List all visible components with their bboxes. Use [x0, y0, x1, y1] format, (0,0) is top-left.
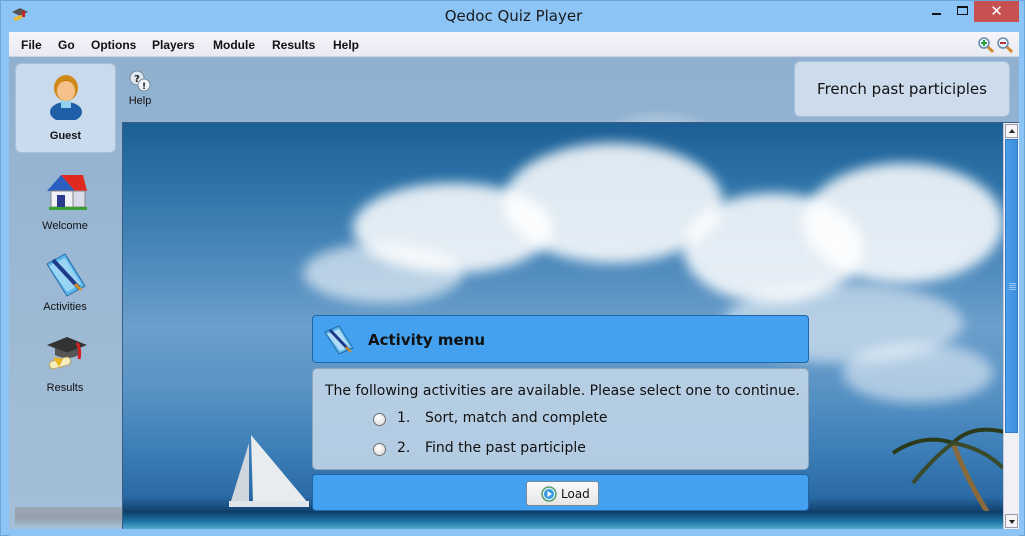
sidebar-item-welcome[interactable]: Welcome	[17, 171, 113, 243]
minimize-button[interactable]	[923, 1, 951, 22]
menu-bar: File Go Options Players Module Results H…	[9, 32, 1019, 57]
activity-menu-header: Activity menu	[312, 315, 809, 363]
user-avatar-icon	[50, 75, 82, 120]
sidebar-item-results[interactable]: Results	[17, 333, 113, 405]
help-button[interactable]: ? ! Help	[123, 69, 157, 109]
activity-option-2[interactable]: 2. Find the past participle	[373, 440, 633, 460]
background-cloud	[843, 343, 993, 403]
module-title-panel: French past participles	[794, 61, 1010, 117]
menu-module[interactable]: Module	[213, 38, 255, 52]
sailboat-image	[229, 435, 309, 507]
help-icon: ? !	[129, 70, 151, 92]
minimize-icon	[932, 13, 941, 15]
menu-players[interactable]: Players	[152, 38, 195, 52]
play-icon	[541, 486, 557, 502]
scroll-up-button[interactable]	[1005, 124, 1018, 138]
scroll-down-button[interactable]	[1005, 514, 1018, 528]
option-number: 2.	[397, 440, 411, 456]
background-sea	[123, 511, 1019, 529]
radio-button[interactable]	[373, 443, 386, 456]
app-window: Qedoc Quiz Player ✕ File Go Options Play…	[0, 0, 1025, 536]
scroll-thumb[interactable]	[1005, 139, 1018, 433]
zoom-in-icon[interactable]	[977, 36, 995, 54]
maximize-icon	[957, 6, 968, 15]
sidebar-footer	[15, 507, 122, 529]
menu-results[interactable]: Results	[272, 38, 315, 52]
maximize-button[interactable]	[948, 1, 976, 22]
book-pen-icon	[46, 253, 86, 297]
title-bar: Qedoc Quiz Player ✕	[1, 1, 1025, 32]
user-profile-button[interactable]: Guest	[15, 63, 116, 153]
thumb-grip	[1009, 287, 1016, 288]
option-number: 1.	[397, 410, 411, 426]
menu-go[interactable]: Go	[58, 38, 75, 52]
close-button[interactable]: ✕	[974, 1, 1019, 22]
help-label: Help	[128, 95, 152, 107]
radio-button[interactable]	[373, 413, 386, 426]
zoom-out-icon[interactable]	[996, 36, 1014, 54]
background-cloud	[303, 243, 463, 303]
activity-list-panel: The following activities are available. …	[312, 368, 809, 470]
window-title: Qedoc Quiz Player	[444, 7, 583, 25]
module-title: French past participles	[817, 80, 987, 98]
graduation-cap-icon	[47, 337, 87, 370]
menu-file[interactable]: File	[21, 38, 42, 52]
sidebar-item-label: Activities	[43, 301, 87, 313]
palm-tree-image	[891, 427, 1009, 523]
sidebar-item-activities[interactable]: Activities	[17, 252, 113, 324]
load-button[interactable]: Load	[526, 481, 599, 506]
thumb-grip	[1009, 285, 1016, 286]
client-area: Guest ? ! Help Welcome Activities Result…	[9, 57, 1019, 529]
window-bottom-frame	[9, 529, 1019, 536]
vertical-scrollbar[interactable]	[1003, 123, 1019, 529]
activity-intro-text: The following activities are available. …	[325, 383, 800, 399]
thumb-grip	[1009, 289, 1016, 290]
content-area: Activity menu The following activities a…	[122, 122, 1019, 529]
option-label: Sort, match and complete	[425, 410, 608, 426]
activity-menu-footer: Load	[312, 474, 809, 511]
menu-options[interactable]: Options	[91, 38, 136, 52]
close-icon: ✕	[990, 2, 1003, 20]
house-icon	[47, 175, 87, 210]
background-cloud	[803, 163, 1003, 283]
thumb-grip	[1009, 283, 1016, 284]
menu-help[interactable]: Help	[333, 38, 359, 52]
svg-text:!: !	[142, 82, 146, 92]
load-button-label: Load	[561, 487, 590, 501]
book-pen-icon	[324, 325, 354, 355]
user-name: Guest	[49, 130, 82, 142]
activity-menu-title: Activity menu	[368, 331, 486, 349]
option-label: Find the past participle	[425, 440, 586, 456]
sidebar-item-label: Welcome	[42, 220, 88, 232]
activity-option-1[interactable]: 1. Sort, match and complete	[373, 410, 633, 430]
sidebar-item-label: Results	[46, 382, 84, 394]
